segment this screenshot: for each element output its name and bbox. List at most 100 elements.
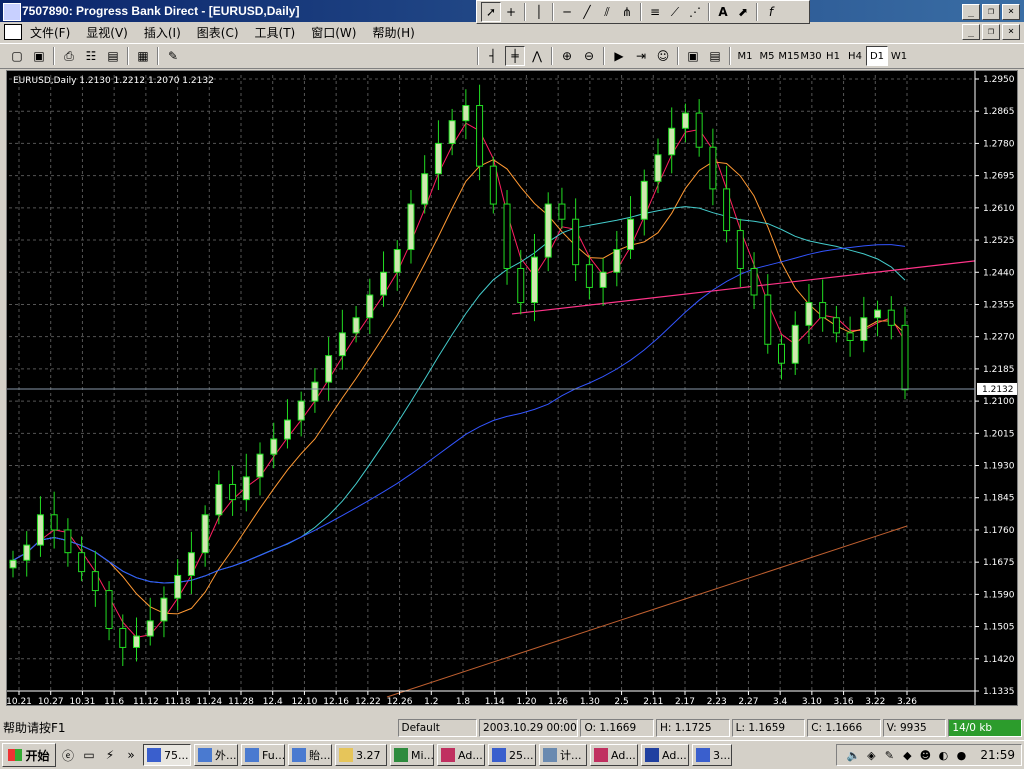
task-button[interactable]: 貽... <box>288 744 332 766</box>
task-button[interactable]: 计... <box>539 744 587 766</box>
low-status: L: 1.1659 <box>731 719 806 737</box>
ime-icon[interactable]: ◐ <box>936 748 950 762</box>
market-watch-icon[interactable]: ☷ <box>81 46 101 66</box>
child-minimize-button[interactable]: _ <box>962 24 980 40</box>
period-w1[interactable]: W1 <box>888 46 910 66</box>
menu-charts[interactable]: 图表(C) <box>189 24 247 41</box>
period-m15[interactable]: M15 <box>778 46 800 66</box>
period-h1[interactable]: H1 <box>822 46 844 66</box>
start-button[interactable]: 开始 <box>2 743 56 767</box>
network-icon[interactable]: ◈ <box>864 748 878 762</box>
trendline-icon[interactable]: ╱ <box>577 2 597 22</box>
templates-icon[interactable]: ▤ <box>705 46 725 66</box>
pen-icon[interactable]: ✎ <box>882 748 896 762</box>
horizontal-line-icon[interactable]: ─ <box>557 2 577 22</box>
y-tick-label: 1.1335 <box>983 687 1015 697</box>
shield-icon[interactable]: ◆ <box>900 748 914 762</box>
clock[interactable]: 21:59 <box>980 748 1015 762</box>
arrow-icon[interactable]: ⬈ <box>733 2 753 22</box>
fibonacci-icon[interactable]: ≡ <box>645 2 665 22</box>
task-button[interactable]: 75... <box>143 744 191 766</box>
profile-status[interactable]: Default <box>397 719 478 737</box>
period-h4[interactable]: H4 <box>844 46 866 66</box>
volume-icon[interactable]: 🔈 <box>846 748 861 762</box>
save-icon[interactable]: ▣ <box>29 46 49 66</box>
navigator-icon[interactable]: ▤ <box>103 46 123 66</box>
chart-window[interactable]: EURUSD,Daily 1.2130 1.2212 1.2070 1.2132… <box>6 70 1018 706</box>
app-icon[interactable] <box>3 3 21 21</box>
price-chart[interactable]: EURUSD,Daily 1.2130 1.2212 1.2070 1.2132… <box>7 71 1017 705</box>
task-button[interactable]: Ad... <box>641 744 689 766</box>
task-button[interactable]: Ad... <box>590 744 638 766</box>
window-title: 7507890: Progress Bank Direct - [EURUSD,… <box>22 4 300 18</box>
menu-file[interactable]: 文件(F) <box>22 24 78 41</box>
crosshair-icon[interactable]: + <box>501 2 521 22</box>
expert-icon[interactable]: ☺ <box>653 46 673 66</box>
candle-body <box>229 483 237 501</box>
line-chart-icon[interactable]: ⋀ <box>527 46 547 66</box>
terminal-icon[interactable]: ▦ <box>133 46 153 66</box>
task-button[interactable]: 3.27 <box>335 744 387 766</box>
period-m30[interactable]: M30 <box>800 46 822 66</box>
period-m5[interactable]: M5 <box>756 46 778 66</box>
candle-body <box>517 267 525 304</box>
taskbar-more-icon[interactable]: » <box>122 746 140 764</box>
standard-toolbar: ▢ ▣ ⎙ ☷ ▤ ▦ ✎ ┤ ╪ ⋀ ⊕ ⊖ ▶ ⇥ ☺ ▣ ▤ M1 M5 … <box>0 43 1024 69</box>
internet-explorer-icon[interactable]: ⓔ <box>59 746 77 764</box>
task-button[interactable]: Mi... <box>390 744 434 766</box>
candlestick-icon[interactable]: ╪ <box>505 46 525 66</box>
gann-line-icon[interactable]: ⟋ <box>665 2 685 22</box>
winamp-icon[interactable]: ⚡ <box>101 746 119 764</box>
menu-view[interactable]: 显视(V) <box>78 24 136 41</box>
desktop-icon[interactable]: ▭ <box>80 746 98 764</box>
chart-shift-icon[interactable]: ⇥ <box>631 46 651 66</box>
document-icon[interactable] <box>4 24 22 40</box>
moving-average-line <box>12 206 906 584</box>
toolbar-separator <box>551 47 553 65</box>
close-button[interactable]: × <box>1002 4 1020 20</box>
current-price-marker: 1.2132 <box>7 382 1017 395</box>
x-tick-label: 10.21 <box>7 697 32 705</box>
gann-fan-icon[interactable]: ⋰ <box>685 2 705 22</box>
vertical-line-icon[interactable]: │ <box>529 2 549 22</box>
restore-button[interactable]: ❐ <box>982 4 1000 20</box>
messenger-icon[interactable]: ☻ <box>918 748 932 762</box>
cursor-icon[interactable]: ➚ <box>481 2 501 22</box>
candle-body <box>50 514 58 531</box>
expert-advisor-icon[interactable]: ✎ <box>163 46 183 66</box>
print-icon[interactable]: ⎙ <box>59 46 79 66</box>
zoom-out-icon[interactable]: ⊖ <box>579 46 599 66</box>
pitchfork-icon[interactable]: ⋔ <box>617 2 637 22</box>
task-button[interactable]: 外... <box>194 744 238 766</box>
candle-body <box>709 146 717 190</box>
open-status: O: 1.1669 <box>580 719 655 737</box>
period-m1[interactable]: M1 <box>734 46 756 66</box>
period-d1[interactable]: D1 <box>866 46 888 66</box>
zoom-in-icon[interactable]: ⊕ <box>557 46 577 66</box>
y-tick-label: 1.2610 <box>983 204 1015 214</box>
new-chart-icon[interactable]: ▢ <box>7 46 27 66</box>
auto-scroll-icon[interactable]: ▶ <box>609 46 629 66</box>
menu-window[interactable]: 窗口(W) <box>303 24 364 41</box>
menu-insert[interactable]: 插入(I) <box>136 24 189 41</box>
bar-chart-icon[interactable]: ┤ <box>483 46 503 66</box>
periodicity-icon[interactable]: ▣ <box>683 46 703 66</box>
child-close-button[interactable]: × <box>1002 24 1020 40</box>
candle-body <box>119 627 127 648</box>
menu-help[interactable]: 帮助(H) <box>364 24 422 41</box>
task-button[interactable]: 3... <box>692 744 732 766</box>
indicators-icon[interactable]: f <box>761 2 781 22</box>
menu-tools[interactable]: 工具(T) <box>247 24 304 41</box>
time-axis: 10.21 10.27 10.31 11.6 11.12 11.18 11.24 11.28 1… <box>7 690 975 705</box>
task-button[interactable]: Ad... <box>437 744 485 766</box>
x-tick-label: 1.26 <box>548 697 568 705</box>
antivirus-icon[interactable]: ● <box>954 748 968 762</box>
close-status: C: 1.1666 <box>807 719 881 737</box>
child-restore-button[interactable]: ❐ <box>982 24 1000 40</box>
text-icon[interactable]: A <box>713 2 733 22</box>
time-status: 2003.10.29 00:00 <box>479 719 579 737</box>
task-button[interactable]: Fu... <box>241 744 285 766</box>
task-button[interactable]: 25... <box>488 744 536 766</box>
minimize-button[interactable]: _ <box>962 4 980 20</box>
channel-icon[interactable]: ⫽ <box>597 2 617 22</box>
